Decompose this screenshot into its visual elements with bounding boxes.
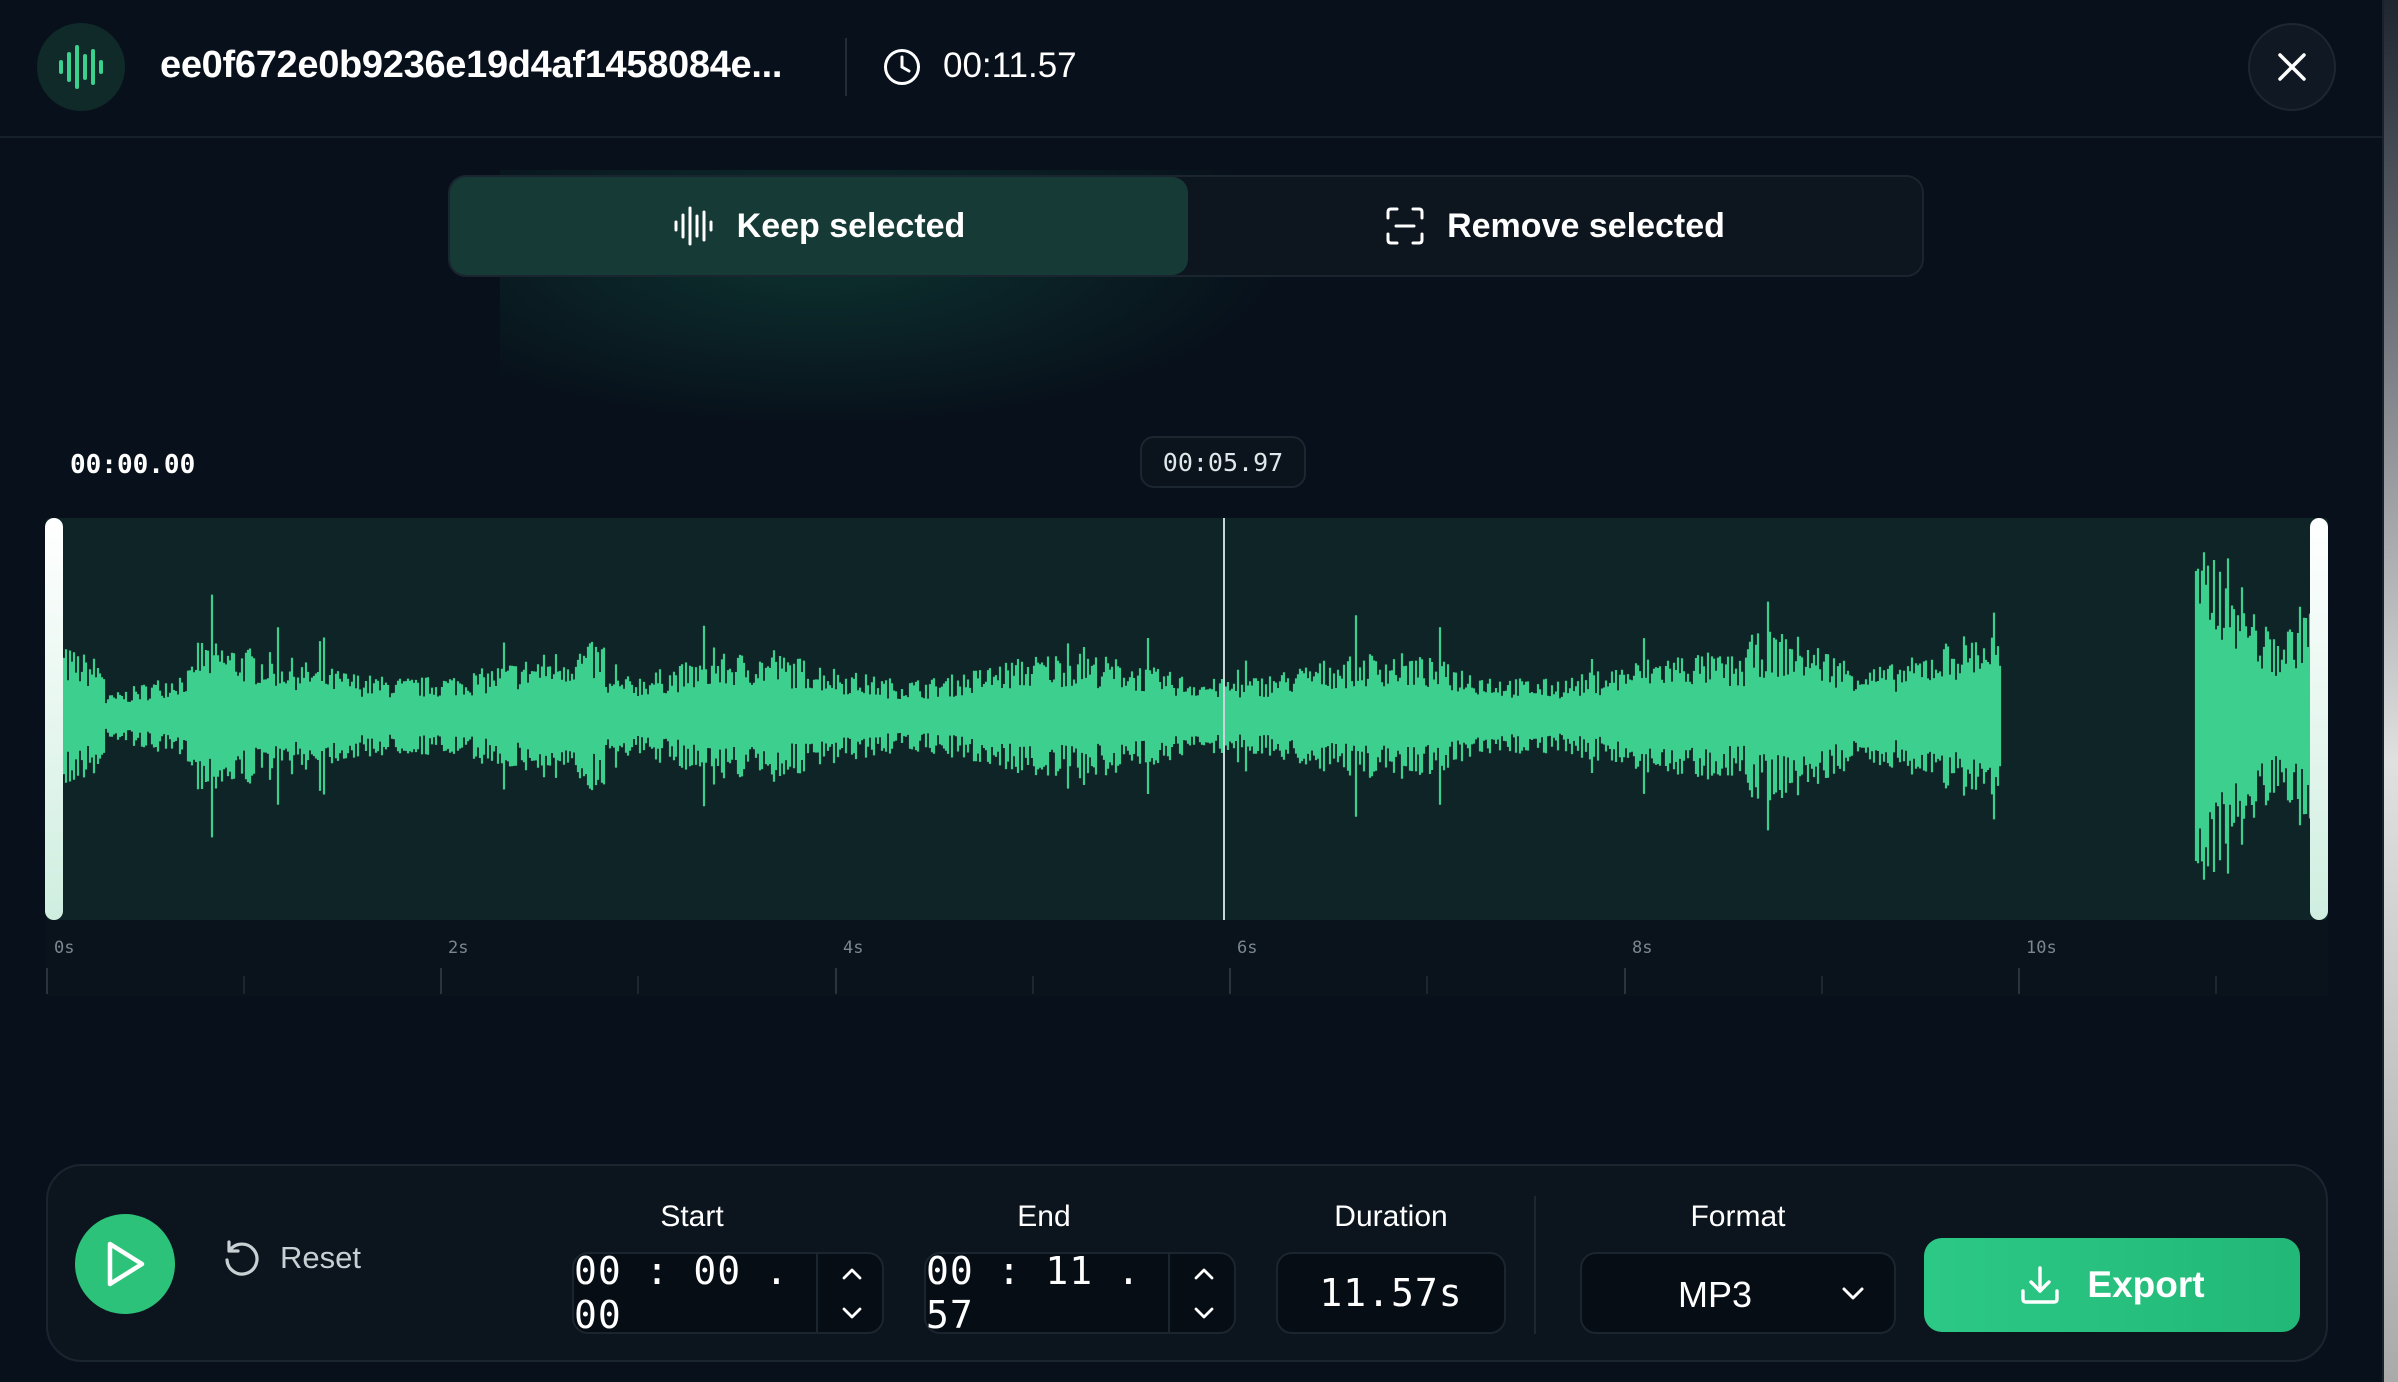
header-divider [845, 38, 847, 96]
end-time-input[interactable]: 00 : 11 . 57 [926, 1249, 1168, 1337]
end-label: End [1017, 1200, 1071, 1233]
tick-label: 10s [2026, 938, 2057, 958]
clock-icon [884, 49, 920, 85]
start-decrement-button[interactable] [818, 1293, 886, 1332]
tick-mark [46, 968, 48, 994]
close-button[interactable] [2248, 23, 2336, 111]
chevron-up-icon [842, 1268, 862, 1279]
keep-selected-button[interactable]: Keep selected [450, 177, 1188, 275]
tick-mark [1229, 968, 1231, 994]
background-window-edge [2384, 0, 2398, 1382]
tick-label: 4s [843, 938, 864, 958]
duration-field: 11.57s [1276, 1252, 1506, 1334]
selection-start-handle[interactable] [45, 518, 63, 920]
chevron-down-icon [1194, 1307, 1214, 1318]
waveform-path [46, 552, 2328, 880]
selection-start-time: 00:00.00 [70, 450, 196, 480]
chevron-down-icon [1842, 1287, 1864, 1300]
play-icon [107, 1241, 145, 1287]
tick-mark [637, 976, 639, 994]
tick-mark [1624, 968, 1626, 994]
tick-mark [2215, 976, 2217, 994]
tick-mark [1821, 976, 1823, 994]
tick-label: 0s [54, 938, 75, 958]
tick-label: 8s [1632, 938, 1653, 958]
tick-mark [2018, 968, 2020, 994]
start-label: Start [660, 1200, 724, 1233]
controls-divider [1534, 1196, 1536, 1334]
end-stepper [1168, 1254, 1238, 1332]
chevron-up-icon [1194, 1268, 1214, 1279]
start-time-input[interactable]: 00 : 00 . 00 [574, 1249, 816, 1337]
header-duration: 00:11.57 [943, 46, 1077, 85]
start-increment-button[interactable] [818, 1254, 886, 1293]
waveform-logo-icon [37, 23, 125, 111]
chevron-down-icon [842, 1307, 862, 1318]
reset-label: Reset [280, 1240, 361, 1275]
tick-mark [440, 968, 442, 994]
file-name: ee0f672e0b9236e19d4af1458084e... [160, 44, 783, 86]
format-label: Format [1690, 1200, 1786, 1233]
format-select[interactable]: MP3 [1580, 1252, 1896, 1334]
duration-label: Duration [1334, 1200, 1448, 1233]
waveform-canvas[interactable] [46, 518, 2328, 920]
end-time-field: 00 : 11 . 57 [924, 1249, 1238, 1337]
play-button[interactable] [75, 1214, 175, 1314]
reset-button[interactable]: Reset [222, 1238, 361, 1278]
tick-label: 2s [448, 938, 469, 958]
close-icon [2278, 53, 2306, 81]
tick-mark [835, 968, 837, 994]
tick-mark [1032, 976, 1034, 994]
export-button[interactable]: Export [1924, 1238, 2300, 1332]
playhead-time-badge: 00:05.97 [1140, 436, 1306, 488]
end-decrement-button[interactable] [1170, 1293, 1238, 1332]
keep-selected-label: Keep selected [736, 206, 966, 245]
reset-icon [225, 1240, 259, 1276]
remove-selected-label: Remove selected [1447, 206, 1725, 245]
start-time-field: 00 : 00 . 00 [572, 1249, 886, 1337]
duration-value: 11.57s [1319, 1271, 1463, 1315]
download-icon [2021, 1266, 2060, 1304]
tick-mark [243, 976, 245, 994]
modal-header: ee0f672e0b9236e19d4af1458084e... 00:11.5… [0, 0, 2382, 138]
trim-controls-panel: Reset Start 00 : 00 . 00 End 00 : 11 . 5… [46, 1164, 2328, 1362]
selection-end-handle[interactable] [2310, 518, 2328, 920]
start-stepper [816, 1254, 886, 1332]
format-value: MP3 [1678, 1274, 1753, 1315]
export-label: Export [2087, 1264, 2205, 1305]
playhead-line[interactable] [1223, 518, 1225, 920]
end-increment-button[interactable] [1170, 1254, 1238, 1293]
tick-mark [1426, 976, 1428, 994]
waveform-graphic [46, 552, 2328, 880]
audio-trim-modal: ee0f672e0b9236e19d4af1458084e... 00:11.5… [0, 0, 2384, 1382]
time-ruler: 0s 2s 4s 6s 8s 10s [46, 920, 2328, 996]
remove-selected-button[interactable]: Remove selected [1188, 177, 1922, 275]
scan-frame-icon [1386, 207, 1424, 245]
selection-mode-toggle: Keep selected Remove selected [448, 175, 1924, 277]
waveform-icon [674, 206, 713, 246]
tick-label: 6s [1237, 938, 1258, 958]
